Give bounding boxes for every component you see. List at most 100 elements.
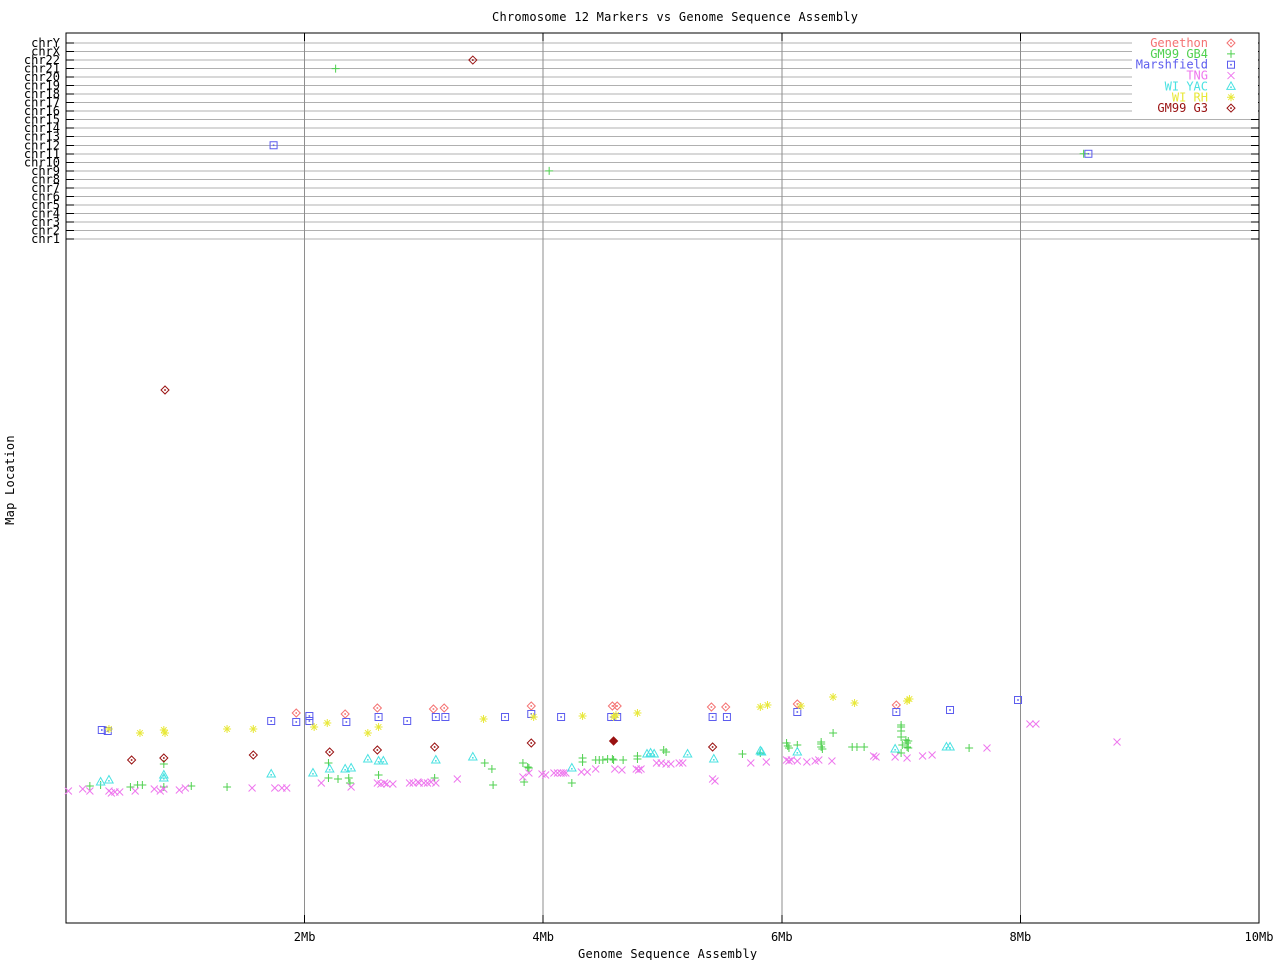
marker-dot — [382, 761, 385, 763]
data-point — [479, 715, 488, 723]
marker-dot — [435, 716, 437, 718]
chart-screenshot: 2Mb 4Mb 6Mb 8Mb 10Mb chrY chrX chr22 chr21 chr20 c… — [0, 0, 1280, 960]
data-point — [619, 756, 628, 764]
x-tick-label: 6Mb — [771, 930, 793, 944]
data-point — [518, 759, 527, 767]
data-point — [905, 695, 914, 703]
data-point — [431, 779, 440, 787]
data-point — [104, 725, 113, 733]
legend-marker-icon — [1230, 63, 1232, 66]
data-point — [420, 779, 428, 787]
marker-dot — [711, 716, 714, 718]
data-point — [126, 783, 135, 791]
data-point — [181, 784, 190, 792]
marker-dot — [270, 720, 272, 722]
marker-dot — [164, 389, 166, 391]
x-tick-label: 10Mb — [1245, 930, 1274, 944]
marker-dot — [344, 769, 346, 771]
marker-dot — [328, 769, 331, 771]
marker-dot — [796, 752, 799, 754]
data-point — [608, 755, 617, 763]
marker-dot — [130, 759, 133, 761]
data-point — [610, 765, 619, 773]
data-point — [317, 779, 326, 787]
data-point — [1032, 720, 1040, 728]
marker-dot — [472, 757, 474, 759]
data-point — [223, 725, 232, 733]
marker-dot — [560, 716, 562, 718]
data-point — [383, 780, 391, 788]
marker-dot — [1017, 699, 1019, 701]
data-point — [270, 784, 279, 792]
chart-canvas: 2Mb 4Mb 6Mb 8Mb 10MbchrYchrXchr22chr21chr20c… — [24, 32, 1274, 944]
data-point — [666, 760, 675, 768]
data-point — [363, 729, 372, 737]
data-point — [374, 723, 383, 731]
data-point — [331, 64, 340, 73]
marker-dot — [571, 768, 573, 770]
data-point — [903, 743, 912, 751]
marker-dot — [949, 747, 951, 749]
data-point — [657, 759, 666, 767]
data-point — [103, 774, 115, 784]
data-point — [678, 759, 687, 767]
data-point — [282, 784, 291, 792]
marker-dot — [252, 754, 255, 756]
data-point — [675, 759, 684, 767]
x-tick-label: 8Mb — [1010, 930, 1032, 944]
data-point — [869, 752, 878, 760]
marker-dot — [295, 712, 298, 714]
data-point — [307, 767, 319, 777]
data-point — [828, 757, 836, 765]
marker-dot — [312, 773, 314, 775]
data-point — [453, 775, 462, 783]
data-point — [1113, 738, 1121, 746]
data-point — [523, 763, 532, 771]
marker-dot — [270, 774, 272, 776]
data-point — [1079, 149, 1088, 158]
data-point — [249, 725, 258, 733]
data-point — [409, 779, 418, 787]
data-point — [519, 773, 527, 781]
data-point — [983, 744, 991, 752]
marker-dot — [308, 715, 311, 717]
data-point — [918, 752, 927, 760]
data-point — [763, 701, 772, 709]
data-point — [891, 753, 899, 761]
data-point — [175, 786, 184, 794]
x-axis-label: Genome Sequence Assembly — [578, 947, 758, 960]
marker-dot — [345, 721, 348, 723]
marker-dot — [433, 746, 436, 748]
data-point — [347, 783, 355, 791]
data-point — [158, 772, 169, 782]
data-point — [138, 781, 147, 789]
marker-dot — [710, 706, 713, 708]
data-point — [159, 760, 168, 768]
data-point — [187, 782, 196, 790]
data-point — [323, 719, 332, 727]
data-point — [324, 763, 335, 773]
data-point — [405, 779, 414, 787]
data-point — [852, 743, 861, 751]
marker-dot — [435, 760, 437, 762]
marker-dot — [949, 709, 951, 711]
data-point — [487, 765, 496, 773]
data-point — [553, 769, 562, 777]
marker-dot — [377, 761, 380, 763]
data-point — [682, 748, 693, 758]
marker-dot — [726, 716, 728, 718]
marker-dot — [377, 716, 380, 718]
data-point — [550, 769, 558, 777]
data-point — [430, 754, 441, 764]
data-point — [965, 744, 974, 752]
x-tick-label: 4Mb — [532, 930, 554, 944]
data-point — [598, 756, 607, 764]
marker-dot — [616, 705, 618, 707]
marker-dot — [711, 746, 714, 748]
data-point — [818, 745, 827, 753]
data-point — [708, 753, 719, 763]
data-point — [591, 765, 600, 773]
marker-dot — [99, 782, 102, 784]
data-point — [609, 756, 618, 764]
data-point — [583, 768, 592, 776]
